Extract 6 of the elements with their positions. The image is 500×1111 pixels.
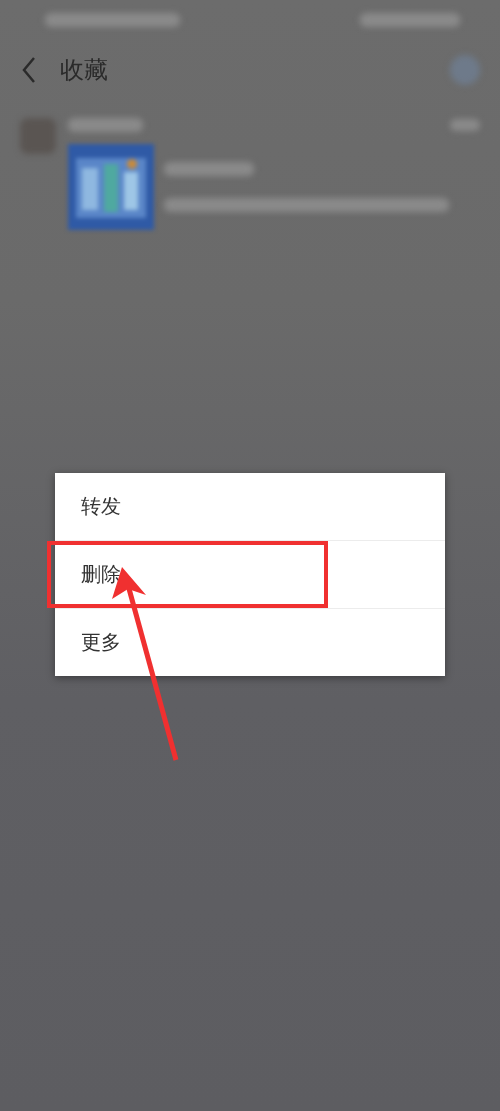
menu-item[interactable]: 转发 <box>55 473 445 540</box>
back-icon[interactable] <box>20 56 38 84</box>
menu-item[interactable]: 更多 <box>55 608 445 676</box>
blurred-text <box>450 119 480 131</box>
page-title: 收藏 <box>60 55 109 86</box>
avatar <box>20 118 56 154</box>
